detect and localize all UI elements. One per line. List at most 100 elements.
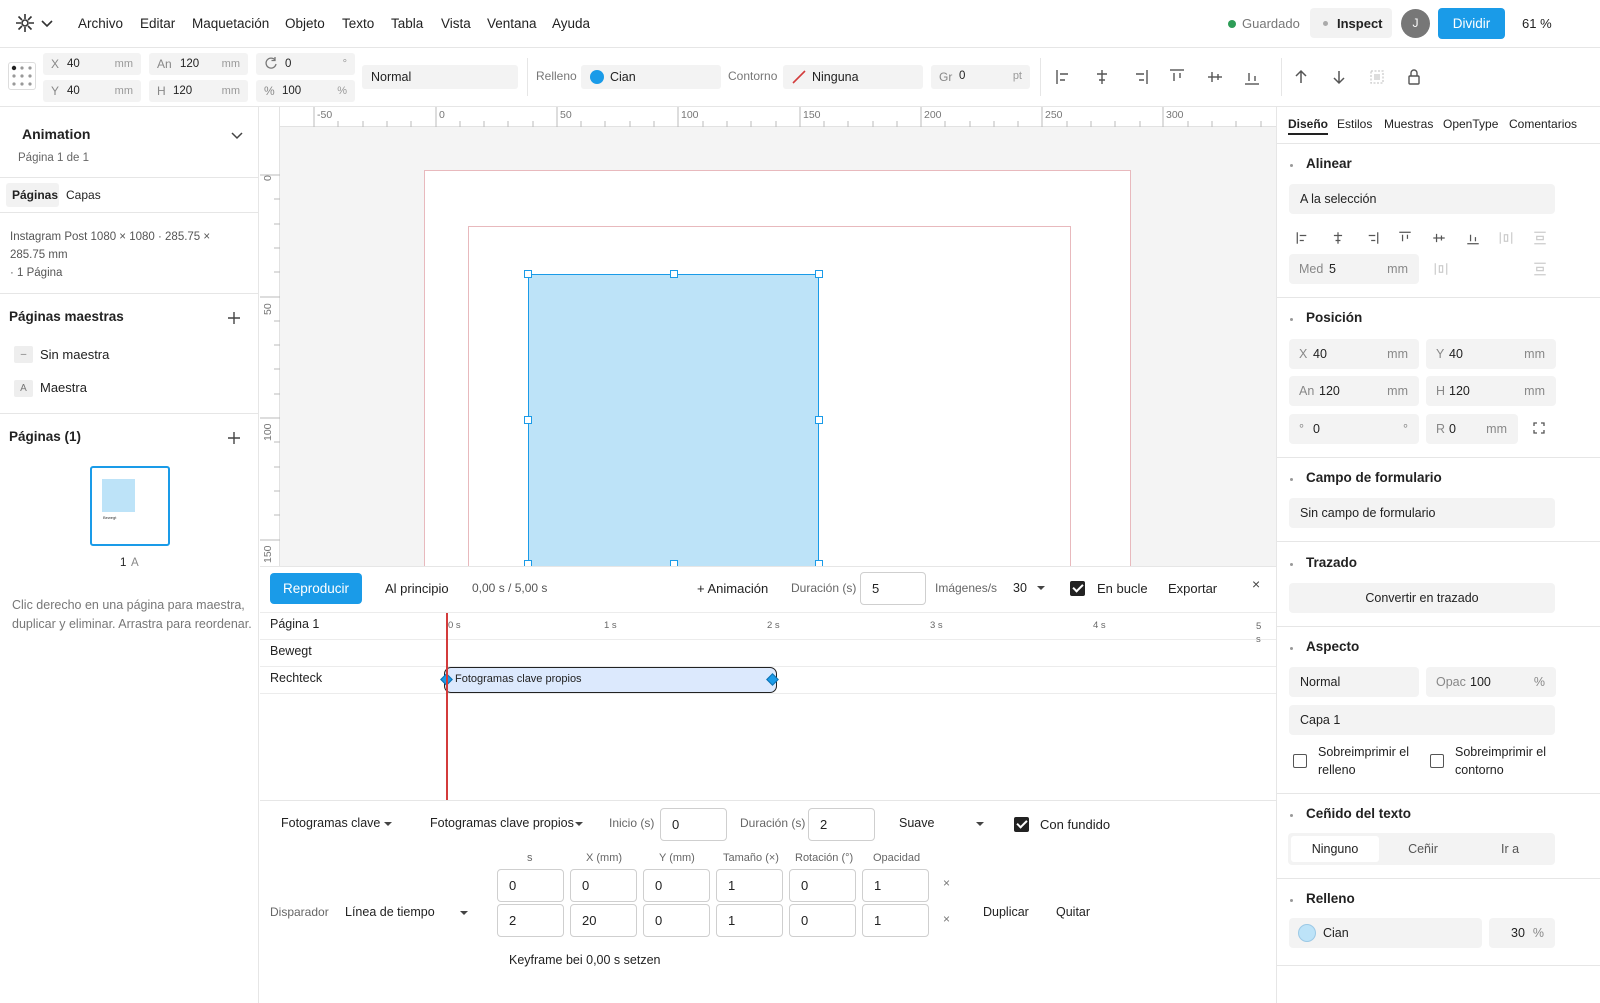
align-left-icon[interactable]	[1053, 66, 1075, 88]
kf-cell-input[interactable]: 0	[570, 869, 637, 902]
document-chevron-icon[interactable]	[230, 128, 244, 142]
appearance-blend-select[interactable]: Normal	[1289, 667, 1419, 697]
blend-mode-select[interactable]: Normal	[362, 65, 518, 89]
menu-objeto[interactable]: Objeto	[285, 16, 325, 31]
form-field-section-title[interactable]: Campo de formulario	[1306, 470, 1442, 485]
fps-dropdown-icon[interactable]	[1036, 585, 1046, 591]
avatar[interactable]: J	[1401, 9, 1430, 38]
easing-select[interactable]: Suave	[899, 816, 934, 830]
rotation-field[interactable]: ° 0 °	[1289, 414, 1419, 444]
wrap-option-wrap[interactable]: Ceñir	[1379, 836, 1467, 862]
master-item-a[interactable]: Maestra	[40, 380, 87, 395]
menu-texto[interactable]: Texto	[342, 16, 374, 31]
start-input[interactable]: 0	[660, 808, 727, 841]
resize-handle[interactable]	[815, 270, 823, 278]
zoom-level[interactable]: 61 %	[1522, 16, 1552, 31]
lock-icon[interactable]	[1403, 66, 1425, 88]
panel-align-bottom-icon[interactable]	[1464, 229, 1482, 247]
tab-comments[interactable]: Comentarios	[1509, 117, 1600, 131]
kf-cell-input[interactable]: 2	[497, 904, 564, 937]
tab-opentype[interactable]: OpenType	[1443, 117, 1498, 131]
animation-clip[interactable]: Fotogramas clave propios	[444, 667, 777, 693]
duplicate-button[interactable]: Duplicar	[983, 905, 1029, 919]
resize-handle[interactable]	[524, 416, 532, 424]
kf-cell-input[interactable]: 0	[789, 904, 856, 937]
align-center-h-icon[interactable]	[1091, 66, 1113, 88]
remove-keyframe-button[interactable]: ×	[943, 912, 950, 926]
panel-align-center-h-icon[interactable]	[1329, 229, 1347, 247]
timeline-duration-input[interactable]: 5	[860, 572, 926, 605]
align-top-icon[interactable]	[1166, 66, 1188, 88]
selected-rectangle[interactable]	[528, 274, 819, 566]
position-y-field[interactable]: Y 40 mm	[1426, 339, 1556, 369]
animation-preset-select[interactable]: Fotogramas clave propios	[430, 816, 574, 830]
tab-swatches[interactable]: Muestras	[1384, 117, 1433, 131]
kf-cell-input[interactable]: 1	[862, 869, 929, 902]
animation-type-select[interactable]: Fotogramas clave	[281, 816, 380, 830]
play-button[interactable]: Reproducir	[270, 573, 362, 604]
fps-select[interactable]: 30	[1013, 581, 1027, 595]
tab-layers[interactable]: Capas	[66, 188, 101, 202]
align-center-v-icon[interactable]	[1204, 66, 1226, 88]
set-keyframe-button[interactable]: Keyframe bei 0,00 s setzen	[509, 953, 660, 967]
fill-swatch-select[interactable]: Cian	[581, 65, 721, 89]
corner-radius-field[interactable]: R 0 mm	[1426, 414, 1518, 444]
animation-type-dropdown-icon[interactable]	[383, 821, 393, 827]
app-menu-chevron-icon[interactable]	[40, 18, 54, 30]
kf-cell-input[interactable]: 1	[862, 904, 929, 937]
expand-corners-icon[interactable]	[1532, 421, 1546, 435]
master-item-none[interactable]: Sin maestra	[40, 347, 109, 362]
kf-cell-input[interactable]: 0	[497, 869, 564, 902]
loop-checkbox[interactable]	[1070, 581, 1085, 596]
menu-ventana[interactable]: Ventana	[487, 16, 537, 31]
tab-design[interactable]: Diseño	[1288, 117, 1329, 135]
close-timeline-button[interactable]: ×	[1252, 576, 1260, 592]
wrap-option-jump[interactable]: Ir a	[1466, 836, 1554, 862]
split-button[interactable]: Dividir	[1438, 8, 1505, 39]
track-label-rectangle[interactable]: Rechteck	[270, 671, 322, 685]
kf-cell-input[interactable]: 0	[789, 869, 856, 902]
stroke-swatch-select[interactable]: Ninguna	[783, 65, 923, 89]
align-to-select[interactable]: A la selección	[1289, 184, 1555, 214]
tab-pages[interactable]: Páginas	[6, 183, 59, 207]
align-right-icon[interactable]	[1129, 66, 1151, 88]
wrap-option-none[interactable]: Ninguno	[1291, 836, 1379, 862]
remove-keyframe-button[interactable]: ×	[943, 876, 950, 890]
kf-cell-input[interactable]: 20	[570, 904, 637, 937]
menu-maquetacion[interactable]: Maquetación	[192, 16, 269, 31]
panel-align-right-icon[interactable]	[1363, 229, 1381, 247]
app-logo-icon[interactable]	[14, 12, 36, 34]
menu-editar[interactable]: Editar	[140, 16, 175, 31]
menu-ayuda[interactable]: Ayuda	[552, 16, 590, 31]
toolbar-x-field[interactable]: X 40 mm	[43, 53, 141, 75]
overprint-fill-checkbox[interactable]	[1293, 754, 1307, 768]
panel-align-center-v-icon[interactable]	[1430, 229, 1448, 247]
toolbar-width-field[interactable]: An 120 mm	[149, 53, 248, 75]
playhead[interactable]	[446, 613, 448, 801]
easing-dropdown-icon[interactable]	[975, 821, 985, 827]
size-height-field[interactable]: H 120 mm	[1426, 376, 1556, 406]
inspect-button[interactable]: Inspect	[1310, 8, 1392, 38]
menu-vista[interactable]: Vista	[441, 16, 471, 31]
page-thumbnail[interactable]: Bewegt	[90, 466, 170, 546]
kf-cell-input[interactable]: 0	[643, 869, 710, 902]
send-backward-icon[interactable]	[1328, 66, 1350, 88]
export-button[interactable]: Exportar	[1168, 581, 1217, 596]
stroke-weight-field[interactable]: Gr 0 pt	[931, 65, 1030, 89]
toolbar-y-field[interactable]: Y 40 mm	[43, 80, 141, 102]
kf-cell-input[interactable]: 1	[716, 869, 783, 902]
track-label-group[interactable]: Bewegt	[270, 644, 312, 658]
menu-archivo[interactable]: Archivo	[78, 16, 123, 31]
resize-handle[interactable]	[670, 270, 678, 278]
trigger-select[interactable]: Línea de tiempo	[345, 905, 435, 919]
align-section-title[interactable]: Alinear	[1306, 156, 1352, 171]
go-to-start-button[interactable]: Al principio	[385, 581, 449, 596]
align-bottom-icon[interactable]	[1241, 66, 1263, 88]
position-x-field[interactable]: X 40 mm	[1289, 339, 1419, 369]
clip-duration-input[interactable]: 2	[808, 808, 875, 841]
panel-align-top-icon[interactable]	[1396, 229, 1414, 247]
spacing-field[interactable]: Med 5 mm	[1289, 254, 1419, 284]
resize-handle[interactable]	[524, 270, 532, 278]
kf-cell-input[interactable]: 1	[716, 904, 783, 937]
reference-point-icon[interactable]	[8, 62, 36, 90]
